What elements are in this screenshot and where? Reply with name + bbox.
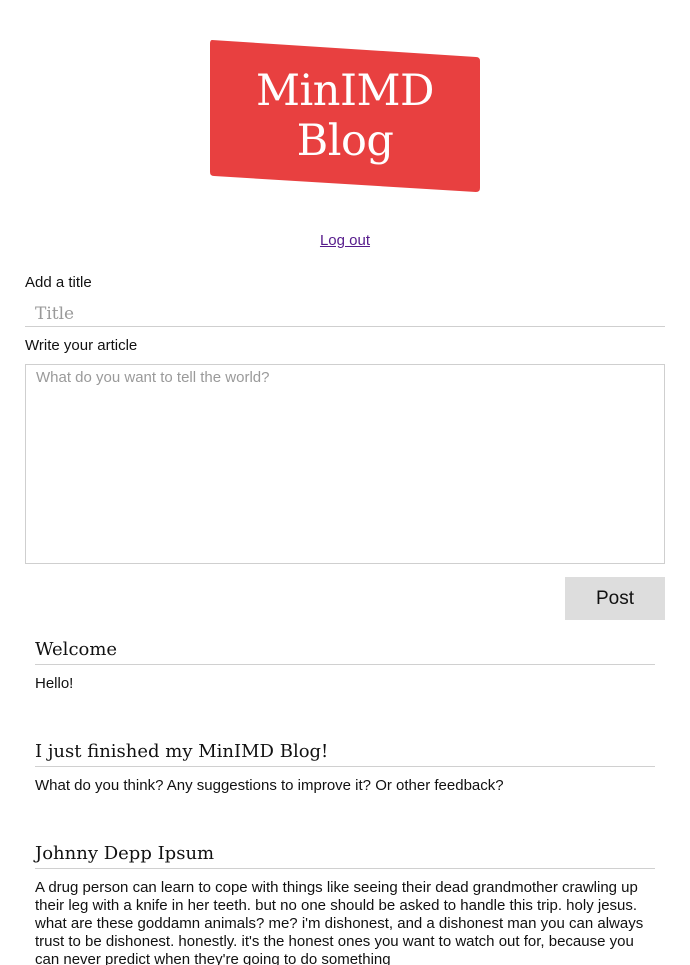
title-label: Add a title <box>25 274 92 291</box>
page: MinIMD Blog Log out Add a title Write yo… <box>0 0 690 965</box>
post-button[interactable]: Post <box>565 577 665 620</box>
post-item: Johnny Depp Ipsum A drug person can lear… <box>35 842 655 965</box>
title-input[interactable] <box>25 301 665 327</box>
post-body: What do you think? Any suggestions to im… <box>35 777 504 794</box>
article-label: Write your article <box>25 337 138 354</box>
post-item: I just finished my MinIMD Blog! What do … <box>35 740 655 795</box>
logo-line-1: MinIMD <box>256 66 434 116</box>
post-body: A drug person can learn to cope with thi… <box>35 879 644 965</box>
post-title: Johnny Depp Ipsum <box>35 842 655 869</box>
post-item: Welcome Hello! <box>35 638 655 693</box>
post-body: Hello! <box>35 675 74 692</box>
logo-text: MinIMD Blog <box>210 66 480 166</box>
logout-container: Log out <box>0 232 690 249</box>
site-logo[interactable]: MinIMD Blog <box>210 40 480 192</box>
logo-line-2: Blog <box>296 116 394 166</box>
logout-link[interactable]: Log out <box>320 232 370 249</box>
post-title: Welcome <box>35 638 655 665</box>
post-title: I just finished my MinIMD Blog! <box>35 740 655 767</box>
article-textarea[interactable] <box>25 364 665 564</box>
